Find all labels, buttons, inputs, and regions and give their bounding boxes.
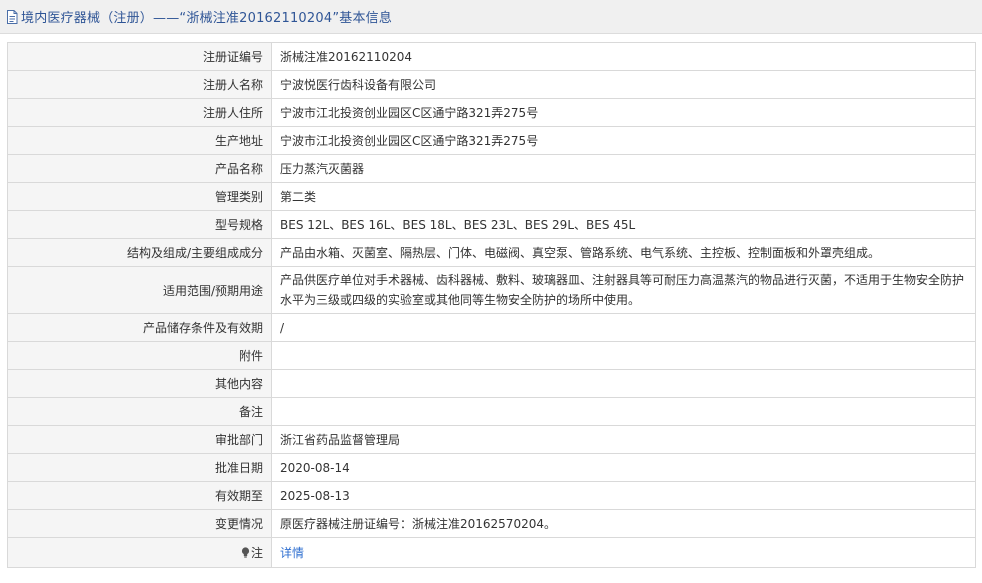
note-value-cell: 详情 [271,537,976,568]
row-label: 管理类别 [7,182,272,211]
table-row: 附件 [7,341,976,370]
table-row: 批准日期 2020-08-14 [7,453,976,482]
row-label: 产品储存条件及有效期 [7,313,272,342]
row-label: 其他内容 [7,369,272,398]
table-row: 适用范围/预期用途 产品供医疗单位对手术器械、齿科器械、敷料、玻璃器皿、注射器具… [7,266,976,314]
details-link[interactable]: 详情 [280,546,304,560]
row-value: 浙江省药品监督管理局 [271,425,976,454]
table-row: 其他内容 [7,369,976,398]
table-row: 结构及组成/主要组成成分 产品由水箱、灭菌室、隔热层、门体、电磁阀、真空泵、管路… [7,238,976,267]
row-value: 产品由水箱、灭菌室、隔热层、门体、电磁阀、真空泵、管路系统、电气系统、主控板、控… [271,238,976,267]
row-value: 2025-08-13 [271,481,976,510]
table-row: 管理类别 第二类 [7,182,976,211]
row-value: 产品供医疗单位对手术器械、齿科器械、敷料、玻璃器皿、注射器具等可耐压力高温蒸汽的… [271,266,976,314]
row-value: 宁波悦医行齿科设备有限公司 [271,70,976,99]
note-label: 注 [250,546,263,560]
row-label: 产品名称 [7,154,272,183]
page-title: 境内医疗器械（注册）——“浙械注准20162110204”基本信息 [21,11,393,26]
table-row: 产品名称 压力蒸汽灭菌器 [7,154,976,183]
row-value: 原医疗器械注册证编号：浙械注准20162570204。 [271,509,976,538]
row-label: 适用范围/预期用途 [7,266,272,314]
detail-table-container: 注册证编号 浙械注准20162110204 注册人名称 宁波悦医行齿科设备有限公… [7,42,976,568]
note-label-cell: 注 [7,537,272,568]
table-row: 注册人住所 宁波市江北投资创业园区C区通宁路321弄275号 [7,98,976,127]
table-row: 注册人名称 宁波悦医行齿科设备有限公司 [7,70,976,99]
row-label: 结构及组成/主要组成成分 [7,238,272,267]
row-label: 审批部门 [7,425,272,454]
row-label: 批准日期 [7,453,272,482]
detail-table: 注册证编号 浙械注准20162110204 注册人名称 宁波悦医行齿科设备有限公… [7,42,976,568]
row-value [271,369,976,398]
row-value [271,341,976,370]
table-row: 备注 [7,397,976,426]
row-label: 备注 [7,397,272,426]
table-row: 有效期至 2025-08-13 [7,481,976,510]
row-value: 浙械注准20162110204 [271,42,976,71]
row-label: 注册人名称 [7,70,272,99]
row-label: 附件 [7,341,272,370]
row-value: 2020-08-14 [271,453,976,482]
table-row: 审批部门 浙江省药品监督管理局 [7,425,976,454]
table-row: 注册证编号 浙械注准20162110204 [7,42,976,71]
row-value: BES 12L、BES 16L、BES 18L、BES 23L、BES 29L、… [271,210,976,239]
row-value: / [271,313,976,342]
row-label: 注册人住所 [7,98,272,127]
row-value: 第二类 [271,182,976,211]
page-header: 境内医疗器械（注册）——“浙械注准20162110204”基本信息 [0,0,982,34]
row-label: 变更情况 [7,509,272,538]
row-value: 宁波市江北投资创业园区C区通宁路321弄275号 [271,126,976,155]
row-label: 生产地址 [7,126,272,155]
document-icon [6,9,18,24]
table-row: 型号规格 BES 12L、BES 16L、BES 18L、BES 23L、BES… [7,210,976,239]
table-row: 变更情况 原医疗器械注册证编号：浙械注准20162570204。 [7,509,976,538]
row-value: 宁波市江北投资创业园区C区通宁路321弄275号 [271,98,976,127]
row-label: 有效期至 [7,481,272,510]
row-value [271,397,976,426]
row-label: 注册证编号 [7,42,272,71]
note-row: 注 详情 [7,537,976,568]
row-value: 压力蒸汽灭菌器 [271,154,976,183]
lightbulb-icon [241,547,250,558]
table-row: 生产地址 宁波市江北投资创业园区C区通宁路321弄275号 [7,126,976,155]
row-label: 型号规格 [7,210,272,239]
table-row: 产品储存条件及有效期 / [7,313,976,342]
